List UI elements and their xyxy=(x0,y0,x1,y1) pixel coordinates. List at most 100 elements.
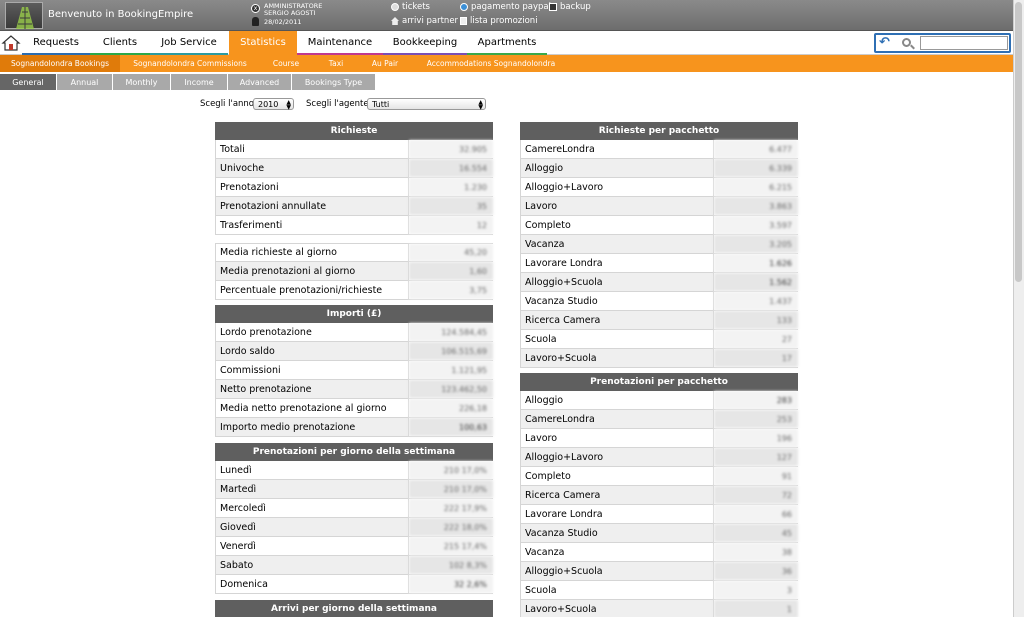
agent-select[interactable]: Tutti ▲ ▼ xyxy=(367,98,486,111)
year-select[interactable]: 2010 ▲ ▼ xyxy=(253,98,294,111)
tab-requests[interactable]: Requests xyxy=(22,31,90,55)
row-value: 3.205 xyxy=(714,235,798,253)
row-value: 1,60 xyxy=(409,262,493,280)
backup-link[interactable]: backup xyxy=(549,2,591,12)
floppy-icon xyxy=(549,3,557,11)
row-label: Media netto prenotazione al giorno xyxy=(215,399,409,417)
subtab-accommodations-sognandolondra[interactable]: Accommodations Sognandolondra xyxy=(418,55,564,72)
row-value: 106.515,69 xyxy=(409,342,493,360)
pagamento-paypal-link[interactable]: pagamento paypal xyxy=(460,2,551,12)
table-row: Scuola 3 xyxy=(520,581,798,600)
table-row: Media prenotazioni al giorno 1,60 xyxy=(215,262,493,281)
row-label: Sabato xyxy=(215,556,409,574)
tab-monthly[interactable]: Monthly xyxy=(113,74,171,90)
search-input[interactable] xyxy=(920,36,1008,50)
table-row: Vacanza 3.205 xyxy=(520,235,798,254)
back-arrow-icon[interactable]: ↶ xyxy=(879,36,890,50)
user-name: SERGIO AGOSTI xyxy=(264,9,316,17)
row-value: 283 xyxy=(714,391,798,409)
table-row: Lordo saldo 106.515,69 xyxy=(215,342,493,361)
table-row: Completo 3.597 xyxy=(520,216,798,235)
table-row: Vacanza 38 xyxy=(520,543,798,562)
table-row: Lavoro+Scuola 1 xyxy=(520,600,798,617)
row-label: Lavorare Londra xyxy=(520,254,714,272)
table-row: Lavoro+Scuola 17 xyxy=(520,349,798,368)
table-row: Alloggio 6.339 xyxy=(520,159,798,178)
arrivi-partner-link[interactable]: arrivi partner xyxy=(391,16,458,26)
row-value: 127 xyxy=(714,448,798,466)
logout-icon[interactable]: x xyxy=(251,4,260,13)
row-value: 215 17,4% xyxy=(409,537,493,555)
subtab-sognandolondra-commissions[interactable]: Sognandolondra Commissions xyxy=(128,55,252,72)
row-label: Commissioni xyxy=(215,361,409,379)
table-row: Media richieste al giorno 45,20 xyxy=(215,243,493,262)
table-row: Alloggio+Scuola 1.562 xyxy=(520,273,798,292)
row-value: 222 18,0% xyxy=(409,518,493,536)
row-value: 32 2,6% xyxy=(409,575,493,593)
table-row: Alloggio+Lavoro 127 xyxy=(520,448,798,467)
table-row: Alloggio+Scuola 36 xyxy=(520,562,798,581)
table-row: Vacanza Studio 45 xyxy=(520,524,798,543)
lista-promozioni-link[interactable]: lista promozioni xyxy=(460,16,538,26)
table-row: Prenotazioni annullate 35 xyxy=(215,197,493,216)
document-icon xyxy=(460,17,467,25)
top-bar: Benvenuto in BookingEmpire x AMMINISTRAT… xyxy=(0,0,1013,31)
tickets-link[interactable]: tickets xyxy=(391,2,430,12)
tab-advanced[interactable]: Advanced xyxy=(228,74,292,90)
row-value: 124.584,45 xyxy=(409,323,493,341)
row-value: 3.597 xyxy=(714,216,798,234)
home-icon xyxy=(1,35,21,51)
row-label: Netto prenotazione xyxy=(215,380,409,398)
subtab-sognandolondra-bookings[interactable]: Sognandolondra Bookings xyxy=(0,55,120,72)
subtab-taxi[interactable]: Taxi xyxy=(316,55,356,72)
lista-promozioni-label: lista promozioni xyxy=(470,16,538,26)
agent-label: Scegli l'agente xyxy=(306,99,369,109)
row-value: 16.554 xyxy=(409,159,493,177)
main-menu: Requests Clients Job Service Statistics … xyxy=(0,31,1013,55)
row-label: Prenotazioni annullate xyxy=(215,197,409,215)
row-label: Vacanza xyxy=(520,543,714,561)
subtab-course[interactable]: Course xyxy=(262,55,310,72)
tab-annual[interactable]: Annual xyxy=(57,74,113,90)
row-label: Lavoro+Scuola xyxy=(520,600,714,617)
table-row: Completo 91 xyxy=(520,467,798,486)
statistics-submenu: Sognandolondra Bookings Sognandolondra C… xyxy=(0,55,1013,72)
pagamento-paypal-label: pagamento paypal xyxy=(471,2,551,12)
row-label: Alloggio+Lavoro xyxy=(520,448,714,466)
row-label: CamereLondra xyxy=(520,140,714,158)
tickets-icon xyxy=(391,3,399,11)
tab-job-service[interactable]: Job Service xyxy=(150,31,228,55)
tab-clients[interactable]: Clients xyxy=(90,31,150,55)
row-label: Alloggio xyxy=(520,159,714,177)
row-value: 1.626 xyxy=(714,254,798,272)
row-value: 3,75 xyxy=(409,281,493,299)
row-label: Trasferimenti xyxy=(215,216,409,234)
row-label: Univoche xyxy=(215,159,409,177)
row-label: Venerdì xyxy=(215,537,409,555)
row-value: 27 xyxy=(714,330,798,348)
table-row: Commissioni 1.121,95 xyxy=(215,361,493,380)
arrivi-partner-label: arrivi partner xyxy=(402,16,459,26)
tab-income[interactable]: Income xyxy=(171,74,228,90)
table-row: Trasferimenti 12 xyxy=(215,216,493,235)
table-row: Ricerca Camera 72 xyxy=(520,486,798,505)
table-row: Giovedì 222 18,0% xyxy=(215,518,493,537)
scrollbar-thumb[interactable] xyxy=(1015,2,1022,282)
tab-apartments[interactable]: Apartments xyxy=(467,31,547,55)
row-label: Ricerca Camera xyxy=(520,486,714,504)
subtab-au-pair[interactable]: Au Pair xyxy=(362,55,408,72)
tab-bookings-type[interactable]: Bookings Type xyxy=(292,74,376,90)
row-label: Mercoledì xyxy=(215,499,409,517)
tab-bookkeeping[interactable]: Bookkeeping xyxy=(383,31,467,55)
select-arrows-icon: ▲ ▼ xyxy=(478,99,483,111)
arrivi-table: Arrivi per giorno della settimana xyxy=(215,600,493,617)
tab-general[interactable]: General xyxy=(0,74,57,90)
tab-statistics[interactable]: Statistics xyxy=(229,31,297,55)
tickets-label: tickets xyxy=(402,2,430,12)
tab-maintenance[interactable]: Maintenance xyxy=(297,31,383,55)
row-value: 17 xyxy=(714,349,798,367)
row-value: 35 xyxy=(409,197,493,215)
table-row: CamereLondra 253 xyxy=(520,410,798,429)
arrivi-title: Arrivi per giorno della settimana xyxy=(215,600,493,617)
home-button[interactable] xyxy=(0,31,22,55)
